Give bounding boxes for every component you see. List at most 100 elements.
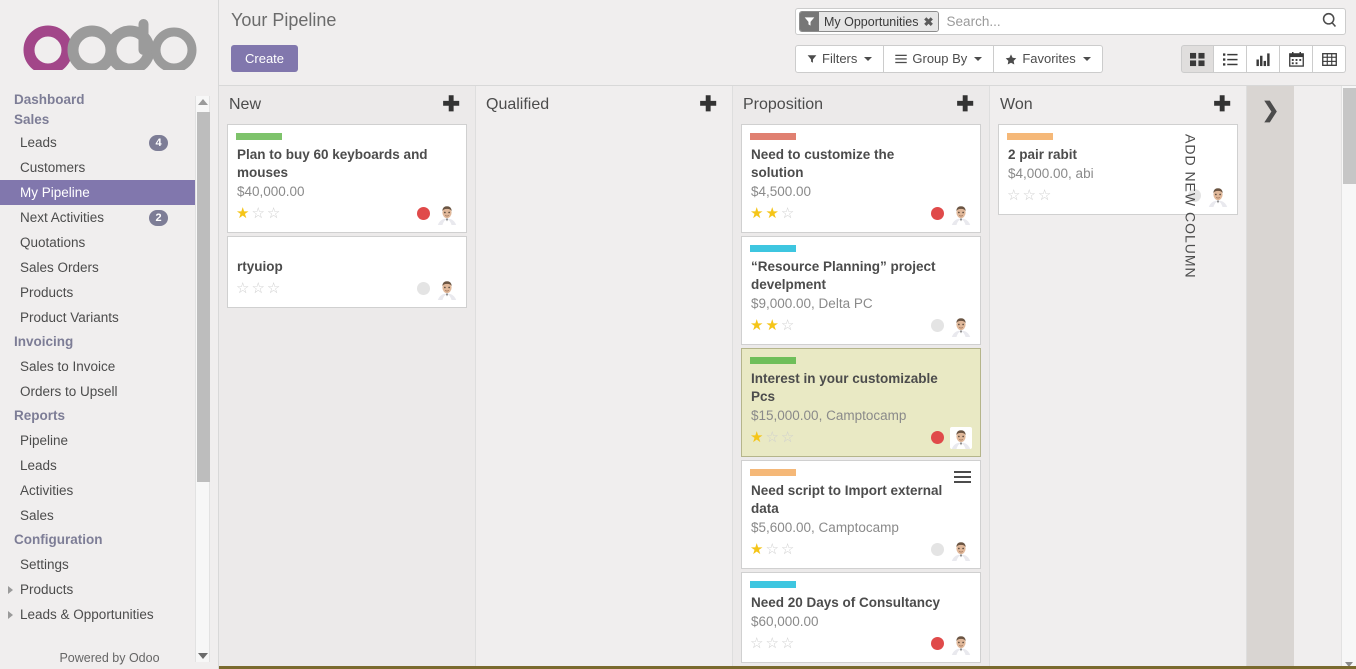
kanban-card[interactable]: Interest in your customizable Pcs $15,000… bbox=[741, 348, 981, 457]
priority-star[interactable]: ☆ bbox=[1022, 187, 1035, 205]
sidebar-item-sales-to-invoice[interactable]: Sales to Invoice bbox=[0, 354, 200, 379]
kanban-column-title: Qualified bbox=[486, 96, 550, 113]
activity-status-dot[interactable] bbox=[931, 319, 944, 332]
sidebar-item-sales[interactable]: Sales bbox=[0, 503, 200, 528]
sidebar-item-label: Leads bbox=[20, 458, 57, 473]
card-priority-stars[interactable]: ★ ☆ ☆ bbox=[236, 205, 280, 223]
activity-status-dot[interactable] bbox=[417, 282, 430, 295]
sidebar-item-sales-orders[interactable]: Sales Orders bbox=[0, 255, 200, 280]
scroll-up-icon[interactable] bbox=[198, 99, 208, 105]
search-icon[interactable] bbox=[1321, 12, 1338, 32]
control-panel: Your Pipeline Create My Opportunities ✖ bbox=[219, 0, 1356, 86]
activity-status-dot[interactable] bbox=[931, 637, 944, 650]
sidebar-item-products[interactable]: Products bbox=[0, 577, 200, 602]
priority-star[interactable]: ☆ bbox=[765, 635, 778, 653]
priority-star[interactable]: ☆ bbox=[765, 541, 778, 559]
sidebar-item-product-variants[interactable]: Product Variants bbox=[0, 305, 200, 330]
priority-star[interactable]: ☆ bbox=[236, 280, 249, 298]
kanban-card[interactable]: “Resource Planning” project develpment $9… bbox=[741, 236, 981, 345]
priority-star[interactable]: ☆ bbox=[781, 205, 794, 223]
card-menu-icon[interactable] bbox=[954, 471, 971, 486]
sidebar-item-leads-opportunities[interactable]: Leads & Opportunities bbox=[0, 602, 200, 627]
kanban-card[interactable]: 2 pair rabit $4,000.00, abi ☆ ☆ ☆ bbox=[998, 124, 1238, 215]
sidebar-item-activities[interactable]: Activities bbox=[0, 478, 200, 503]
priority-star[interactable]: ★ bbox=[236, 205, 249, 223]
priority-star[interactable]: ☆ bbox=[1007, 187, 1020, 205]
filter-button-group: Filters Group By Favorites bbox=[795, 45, 1103, 73]
priority-star[interactable]: ★ bbox=[750, 205, 763, 223]
search-input[interactable] bbox=[942, 14, 1321, 29]
priority-star[interactable]: ★ bbox=[750, 541, 763, 559]
sidebar-scrollbar[interactable] bbox=[195, 96, 210, 662]
sidebar-item-my-pipeline[interactable]: My Pipeline bbox=[0, 180, 200, 205]
activity-status-dot[interactable] bbox=[931, 543, 944, 556]
sidebar-item-pipeline[interactable]: Pipeline bbox=[0, 428, 200, 453]
sidebar-item-products[interactable]: Products bbox=[0, 280, 200, 305]
page-scrollbar[interactable] bbox=[1341, 86, 1356, 669]
add-new-column-button[interactable]: ❯ ADD NEW COLUMN bbox=[1182, 86, 1294, 669]
priority-star[interactable]: ★ bbox=[750, 317, 763, 335]
page-scroll-thumb[interactable] bbox=[1343, 88, 1356, 184]
activity-status-dot[interactable] bbox=[417, 207, 430, 220]
kanban-card[interactable]: rtyuiop ☆ ☆ ☆ bbox=[227, 236, 467, 308]
avatar bbox=[950, 426, 972, 449]
priority-star[interactable]: ☆ bbox=[251, 280, 264, 298]
card-priority-stars[interactable]: ☆ ☆ ☆ bbox=[1007, 187, 1051, 205]
card-priority-stars[interactable]: ★ ☆ ☆ bbox=[750, 429, 794, 447]
view-calendar-button[interactable] bbox=[1280, 45, 1313, 73]
card-priority-stars[interactable]: ☆ ☆ ☆ bbox=[236, 280, 280, 298]
avatar bbox=[950, 202, 972, 225]
priority-star[interactable]: ☆ bbox=[267, 280, 280, 298]
sidebar-item-quotations[interactable]: Quotations bbox=[0, 230, 200, 255]
group-by-button[interactable]: Group By bbox=[884, 45, 995, 73]
view-pivot-button[interactable] bbox=[1313, 45, 1346, 73]
sidebar-item-customers[interactable]: Customers bbox=[0, 155, 200, 180]
create-button[interactable]: Create bbox=[231, 45, 299, 72]
priority-star[interactable]: ☆ bbox=[781, 317, 794, 335]
priority-star[interactable]: ☆ bbox=[781, 429, 794, 447]
kanban-card[interactable]: Need to customize the solution $4,500.00 ★… bbox=[741, 124, 981, 233]
priority-star[interactable]: ★ bbox=[750, 429, 763, 447]
sidebar-item-orders-to-upsell[interactable]: Orders to Upsell bbox=[0, 379, 200, 404]
activity-status-dot[interactable] bbox=[931, 207, 944, 220]
priority-star[interactable]: ☆ bbox=[750, 635, 763, 653]
sidebar-item-leads[interactable]: Leads 4 bbox=[0, 130, 200, 155]
search-box[interactable]: My Opportunities ✖ bbox=[795, 8, 1346, 35]
add-card-button[interactable]: ✚ bbox=[439, 94, 463, 115]
sidebar-item-settings[interactable]: Settings bbox=[0, 552, 200, 577]
priority-star[interactable]: ☆ bbox=[781, 541, 794, 559]
card-priority-stars[interactable]: ★ ★ ☆ bbox=[750, 317, 794, 335]
priority-star[interactable]: ☆ bbox=[765, 429, 778, 447]
priority-star[interactable]: ★ bbox=[765, 205, 778, 223]
view-list-button[interactable] bbox=[1214, 45, 1247, 73]
sidebar-item-label: My Pipeline bbox=[20, 185, 90, 200]
odoo-logo[interactable] bbox=[0, 0, 218, 90]
card-priority-stars[interactable]: ★ ★ ☆ bbox=[750, 205, 794, 223]
filter-icon bbox=[807, 55, 817, 63]
add-card-button[interactable]: ✚ bbox=[696, 94, 720, 115]
priority-star[interactable]: ☆ bbox=[1038, 187, 1051, 205]
card-priority-stars[interactable]: ★ ☆ ☆ bbox=[750, 541, 794, 559]
activity-status-dot[interactable] bbox=[931, 431, 944, 444]
priority-star[interactable]: ☆ bbox=[781, 635, 794, 653]
odoo-logo-icon bbox=[23, 19, 197, 70]
priority-star[interactable]: ☆ bbox=[251, 205, 264, 223]
close-icon[interactable]: ✖ bbox=[923, 15, 933, 29]
add-card-button[interactable]: ✚ bbox=[953, 94, 977, 115]
search-facet-my-opportunities[interactable]: My Opportunities ✖ bbox=[799, 11, 939, 32]
sidebar-item-leads[interactable]: Leads bbox=[0, 453, 200, 478]
favorites-button[interactable]: Favorites bbox=[994, 45, 1103, 73]
kanban-card[interactable]: Need 20 Days of Consultancy $60,000.00 ☆ ☆ ☆ bbox=[741, 572, 981, 663]
filters-button[interactable]: Filters bbox=[795, 45, 885, 73]
priority-star[interactable]: ★ bbox=[765, 317, 778, 335]
sidebar-scroll-thumb[interactable] bbox=[197, 112, 210, 482]
view-kanban-button[interactable] bbox=[1181, 45, 1214, 73]
view-graph-button[interactable] bbox=[1247, 45, 1280, 73]
sidebar-item-next-activities[interactable]: Next Activities 2 bbox=[0, 205, 200, 230]
chevron-right-icon bbox=[8, 585, 13, 594]
card-priority-stars[interactable]: ☆ ☆ ☆ bbox=[750, 635, 794, 653]
add-card-button[interactable]: ✚ bbox=[1210, 94, 1234, 115]
kanban-card[interactable]: Need script to Import external data $5,60… bbox=[741, 460, 981, 569]
kanban-card[interactable]: Plan to buy 60 keyboards and mouses $40,0… bbox=[227, 124, 467, 233]
priority-star[interactable]: ☆ bbox=[267, 205, 280, 223]
